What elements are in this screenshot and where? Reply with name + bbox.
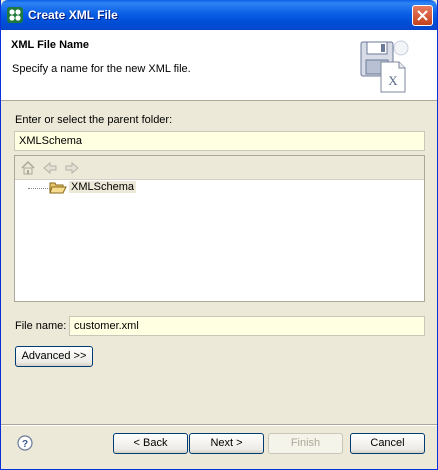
svg-text:?: ?	[22, 439, 28, 450]
home-icon[interactable]	[20, 160, 36, 176]
back-button[interactable]: < Back	[113, 433, 188, 454]
forward-arrow-icon[interactable]	[64, 160, 80, 176]
title-bar[interactable]: Create XML File	[1, 0, 437, 30]
xml-file-wizard-icon: X	[360, 40, 409, 93]
close-icon	[417, 10, 428, 21]
help-icon[interactable]: ?	[17, 435, 33, 451]
open-folder-icon	[49, 182, 67, 194]
page-title: XML File Name	[11, 39, 90, 51]
next-button[interactable]: Next >	[189, 433, 264, 454]
create-xml-file-dialog: Create XML File XML File Name Specify a …	[0, 0, 438, 470]
parent-folder-input[interactable]: XMLSchema	[14, 131, 425, 151]
folder-tree-panel: XMLSchema	[14, 155, 425, 302]
footer-separator	[1, 424, 437, 426]
parent-folder-label: Enter or select the parent folder:	[15, 114, 173, 126]
tree-connector	[28, 188, 50, 189]
cancel-button[interactable]: Cancel	[350, 433, 425, 454]
file-name-label: File name:	[15, 320, 67, 332]
page-description: Specify a name for the new XML file.	[12, 63, 191, 75]
tree-item-label: XMLSchema	[69, 181, 136, 193]
advanced-button[interactable]: Advanced >>	[15, 346, 93, 367]
tree-toolbar	[15, 156, 424, 180]
svg-text:X: X	[388, 73, 398, 88]
file-name-input[interactable]: customer.xml	[69, 316, 425, 336]
eclipse-app-icon	[7, 7, 23, 23]
close-button[interactable]	[412, 5, 433, 26]
back-arrow-icon[interactable]	[42, 160, 58, 176]
finish-button[interactable]: Finish	[268, 433, 343, 454]
window-title: Create XML File	[28, 8, 118, 22]
wizard-header: XML File Name Specify a name for the new…	[1, 30, 437, 101]
